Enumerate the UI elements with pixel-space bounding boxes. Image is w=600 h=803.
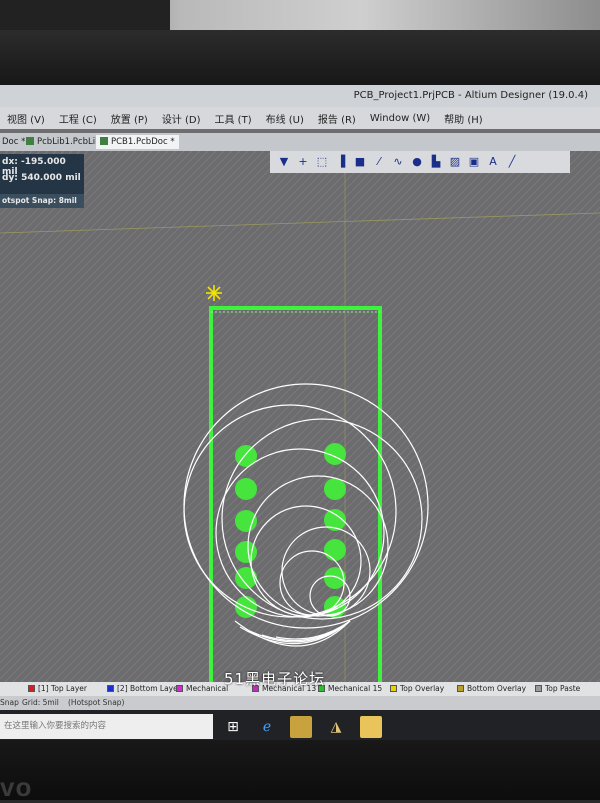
square-icon[interactable]: ■ — [352, 154, 368, 170]
canvas-background — [0, 151, 600, 683]
layer-label: Bottom Overlay — [467, 684, 527, 693]
status-snap: Snap — [0, 698, 19, 707]
layer-color-swatch — [28, 685, 35, 692]
menu-item[interactable]: 布线 (U) — [259, 111, 311, 126]
pad — [235, 510, 257, 532]
menu-item[interactable]: 工程 (C) — [52, 111, 104, 126]
tab-label: PcbLib1.PcbLib — [37, 137, 101, 147]
pcblib-icon — [26, 137, 34, 145]
pad — [324, 567, 346, 589]
route-icon[interactable]: ⁄ — [371, 154, 387, 170]
monitor-screen: PCB_Project1.PrjPCB - Altium Designer (1… — [0, 85, 600, 745]
dy-label: dy: — [2, 173, 18, 183]
layer-tab[interactable]: Top Overlay — [390, 684, 444, 693]
dy-value: 540.000 mil — [21, 173, 81, 183]
monitor-bezel-bottom — [0, 740, 600, 800]
tab-pcbdoc[interactable]: PCB1.PcbDoc * — [96, 135, 179, 149]
store-app-icon[interactable] — [290, 716, 312, 738]
status-bar: Snap Grid: 5mil (Hotspot Snap) — [0, 696, 600, 710]
menu-item[interactable]: 视图 (V) — [0, 111, 52, 126]
layer-label: Top Overlay — [400, 684, 445, 693]
document-tab-bar: Doc * PcbLib1.PcbLib PCB1.PcbDoc * — [0, 133, 600, 151]
menu-bar: 视图 (V) 工程 (C) 放置 (P) 设计 (D) 工具 (T) 布线 (U) 报告 (… — [0, 107, 600, 129]
line-icon[interactable]: ╱ — [504, 154, 520, 170]
status-grid: Grid: 5mil — [22, 698, 59, 707]
pad — [324, 478, 346, 500]
pcb-drawing — [0, 151, 600, 745]
menu-item[interactable]: 设计 (D) — [155, 111, 208, 126]
layer-tab[interactable]: [1] Top Layer — [28, 684, 87, 693]
layer-tab[interactable]: Top Paste — [535, 684, 580, 693]
menu-item[interactable]: Window (W) — [363, 113, 437, 124]
pad — [235, 478, 257, 500]
select-rect-icon[interactable]: ⬚ — [314, 154, 330, 170]
chart-icon[interactable]: ▐ — [333, 154, 349, 170]
layer-color-swatch — [457, 685, 464, 692]
board-icon[interactable]: ▣ — [466, 154, 482, 170]
layer-color-swatch — [535, 685, 542, 692]
monitor-brand-logo: vo — [0, 772, 33, 802]
layer-tab[interactable]: Bottom Overlay — [457, 684, 526, 693]
filter-icon[interactable]: ▼ — [276, 154, 292, 170]
taskbar-search-input[interactable]: 在这里输入你要搜索的内容 — [0, 714, 213, 739]
crosshair-icon[interactable]: + — [295, 154, 311, 170]
menu-item[interactable]: 报告 (R) — [311, 111, 363, 126]
active-bar-toolbar: ▼ + ⬚ ▐ ■ ⁄ ∿ ● ▙ ▨ ▣ A ╱ — [270, 151, 570, 173]
pcb-canvas[interactable] — [0, 151, 600, 745]
wave-icon[interactable]: ∿ — [390, 154, 406, 170]
status-hotspot: (Hotspot Snap) — [68, 698, 125, 707]
layer-label: [2] Bottom Layer — [117, 684, 181, 693]
layer-tab[interactable]: [2] Bottom Layer — [107, 684, 181, 693]
snap-info: otspot Snap: 8mil — [0, 194, 84, 208]
keepout-icon[interactable]: ▨ — [447, 154, 463, 170]
title-bar: PCB_Project1.PrjPCB - Altium Designer (1… — [0, 85, 600, 107]
task-view-icon[interactable]: ⊞ — [222, 716, 244, 738]
altium-icon[interactable]: ◮ — [325, 716, 347, 738]
layer-color-swatch — [107, 685, 114, 692]
menu-item[interactable]: 放置 (P) — [104, 111, 155, 126]
pad — [324, 539, 346, 561]
layers-icon[interactable]: ▙ — [428, 154, 444, 170]
text-icon[interactable]: A — [485, 154, 501, 170]
layer-label: Top Paste — [545, 684, 581, 693]
pad-icon[interactable]: ● — [409, 154, 425, 170]
tab-pcblib[interactable]: PcbLib1.PcbLib — [22, 135, 104, 149]
layer-color-swatch — [176, 685, 183, 692]
monitor-bezel-top — [0, 30, 600, 88]
layer-color-swatch — [390, 685, 397, 692]
layer-tab[interactable]: Mechanical 15 — [318, 684, 382, 693]
layer-tab[interactable]: Mechanical — [176, 684, 228, 693]
menu-item[interactable]: 工具 (T) — [208, 111, 259, 126]
layer-label: Mechanical 15 — [328, 684, 383, 693]
layer-label: Mechanical — [186, 684, 229, 693]
forum-watermark: 51黑电子论坛 — [224, 670, 326, 688]
layer-label: [1] Top Layer — [38, 684, 87, 693]
edge-browser-icon[interactable]: ℯ — [256, 716, 278, 738]
origin-marker — [206, 285, 222, 301]
pcbdoc-icon — [100, 137, 108, 145]
window-title: PCB_Project1.PrjPCB - Altium Designer (1… — [353, 90, 588, 101]
coordinate-readout: dx: -195.000 mil dy: 540.000 mil otspot … — [0, 154, 84, 208]
file-explorer-icon[interactable] — [360, 716, 382, 738]
dx-label: dx: — [2, 157, 18, 167]
menu-item[interactable]: 帮助 (H) — [437, 111, 490, 126]
tab-label: PCB1.PcbDoc * — [111, 137, 175, 147]
